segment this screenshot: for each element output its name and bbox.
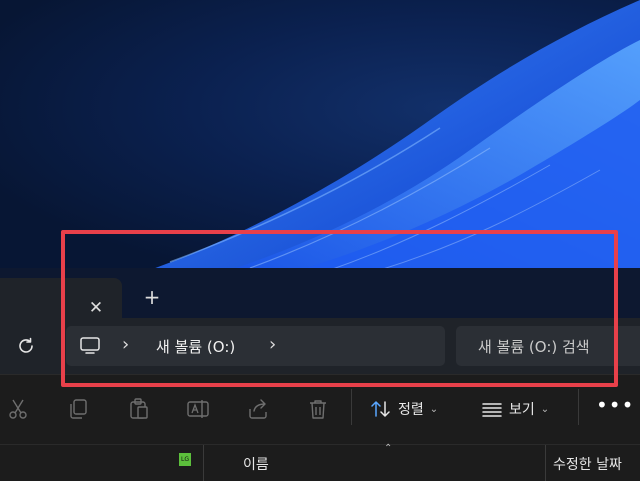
refresh-icon[interactable] (14, 334, 38, 358)
sort-ascending-icon: ⌃ (384, 443, 393, 454)
chevron-right-icon[interactable]: › (269, 335, 283, 355)
chevron-down-icon: ⌄ (429, 403, 439, 415)
view-icon (482, 403, 502, 417)
copy-icon[interactable] (66, 397, 90, 421)
close-icon[interactable]: ✕ (84, 296, 108, 320)
paste-icon[interactable] (127, 397, 151, 421)
sort-icon (371, 401, 390, 417)
navigation-bar: › 새 볼륨 (O:) › 새 볼륨 (O:) 검색 (0, 318, 640, 374)
column-header-name[interactable]: 이름 (243, 454, 269, 474)
plus-icon[interactable]: + (140, 286, 164, 310)
computer-icon[interactable] (79, 336, 101, 356)
chevron-down-icon: ⌄ (540, 403, 550, 415)
delete-icon[interactable] (306, 397, 330, 421)
view-button[interactable]: 보기 ⌄ (481, 395, 549, 423)
sort-button[interactable]: 정렬 ⌄ (370, 395, 438, 423)
breadcrumb-current-location[interactable]: 새 볼륨 (O:) (156, 336, 235, 357)
toolbar-divider (351, 389, 352, 425)
toolbar-divider (578, 389, 579, 425)
column-header-row: LG 이름 ⌃ 수정한 날짜 (0, 443, 640, 481)
column-header-modified[interactable]: 수정한 날짜 (553, 454, 622, 474)
share-icon[interactable] (246, 397, 270, 421)
cut-icon[interactable] (6, 397, 30, 421)
file-icon: LG (179, 453, 191, 466)
sort-label: 정렬 (398, 402, 424, 418)
search-input[interactable]: 새 볼륨 (O:) 검색 (456, 326, 640, 366)
rename-icon[interactable] (186, 397, 210, 421)
more-options-icon[interactable]: ••• (596, 395, 633, 423)
address-bar[interactable]: › 새 볼륨 (O:) › (66, 326, 445, 366)
command-bar: 정렬 ⌄ 보기 ⌄ ••• (0, 374, 640, 444)
search-placeholder: 새 볼륨 (O:) 검색 (478, 338, 590, 356)
column-divider[interactable] (203, 445, 204, 481)
file-explorer-window: ✕ + › 새 볼륨 (O:) › 새 볼륨 (O:) 검색 정렬 ⌄ 보기 ⌄… (0, 268, 640, 481)
view-label: 보기 (509, 402, 535, 418)
desktop-wallpaper (0, 0, 640, 270)
column-divider[interactable] (545, 445, 546, 481)
chevron-right-icon[interactable]: › (122, 335, 136, 355)
tab-active[interactable]: ✕ (0, 278, 122, 318)
tab-bar: ✕ + (0, 268, 640, 318)
